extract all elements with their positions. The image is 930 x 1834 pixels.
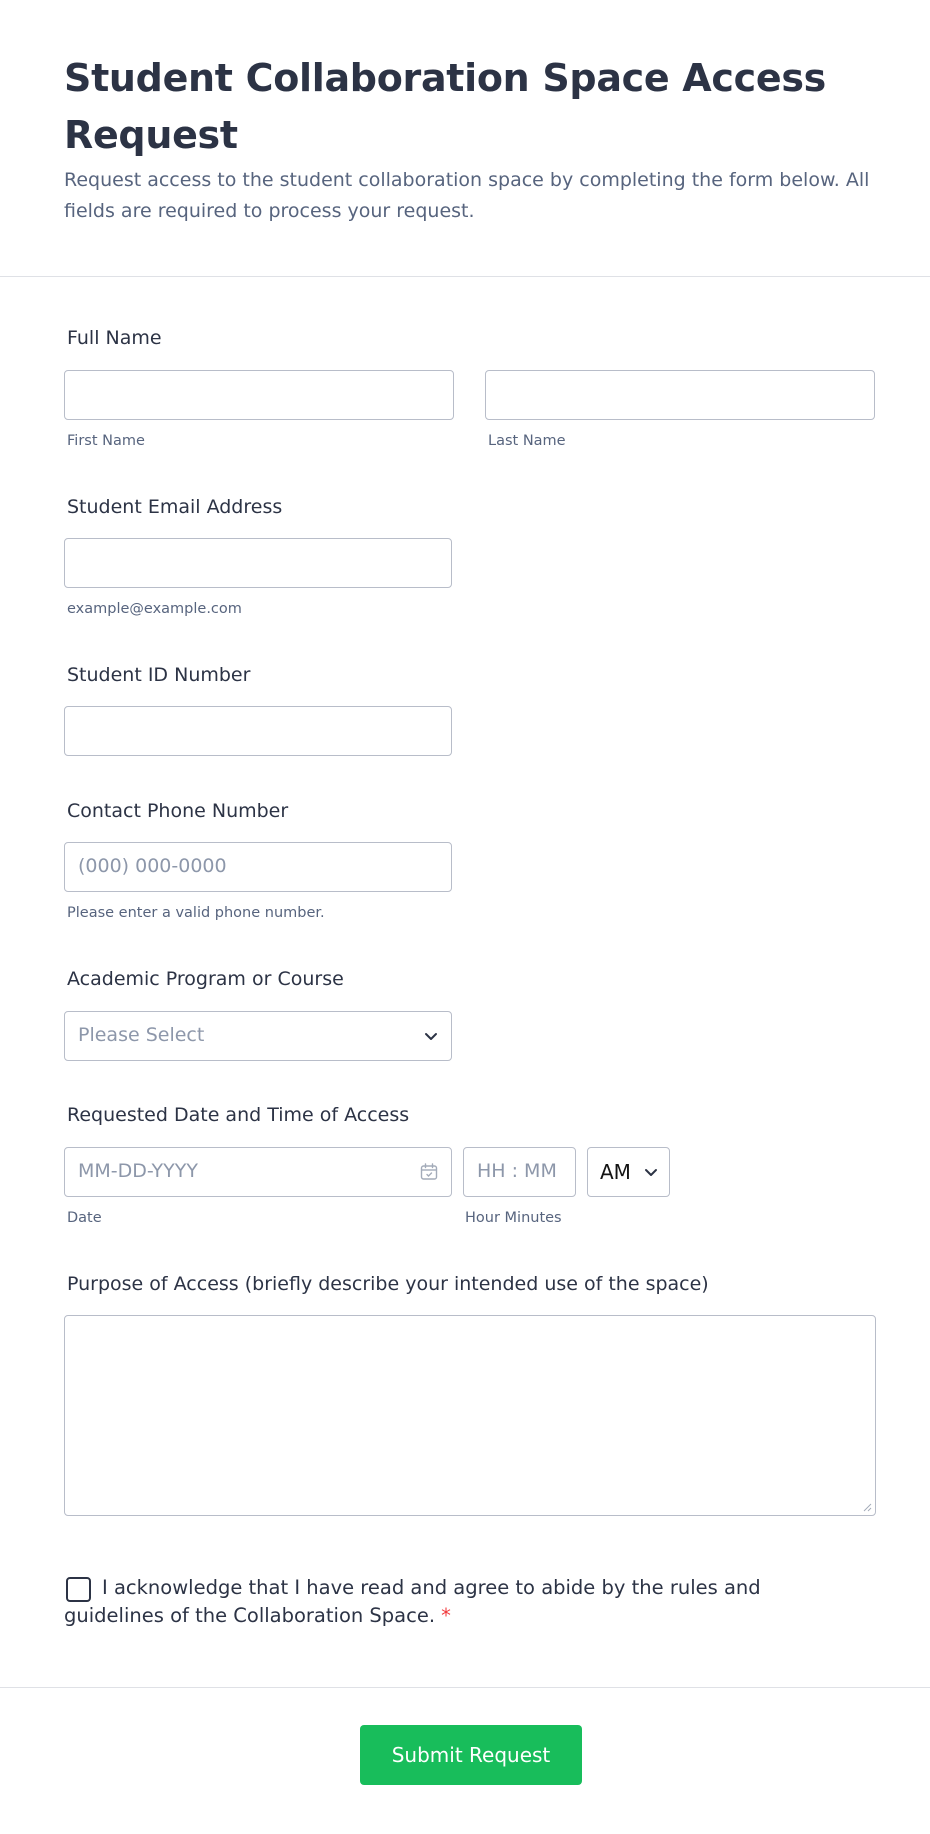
program-label: Academic Program or Course [67, 968, 344, 990]
time-placeholder: HH : MM [477, 1160, 557, 1182]
phone-placeholder: (000) 000-0000 [78, 855, 227, 877]
form-title: Student Collaboration Space Access Reque… [64, 56, 826, 157]
date-placeholder: MM-DD-YYYY [78, 1160, 198, 1182]
resize-handle-icon[interactable] [862, 1502, 872, 1512]
purpose-label: Purpose of Access (briefly describe your… [67, 1273, 709, 1295]
chevron-down-icon [645, 1169, 657, 1176]
program-selected-value: Please Select [78, 1024, 205, 1046]
acknowledge-label: I acknowledge that I have read and agree… [64, 1574, 784, 1630]
phone-sublabel: Please enter a valid phone number. [67, 905, 325, 921]
submit-button[interactable]: Submit Request [360, 1725, 582, 1785]
program-select[interactable]: Please Select [64, 1011, 452, 1061]
footer-divider [0, 1687, 930, 1688]
first-name-sublabel: First Name [67, 433, 145, 449]
student-id-input[interactable] [64, 706, 452, 756]
datetime-label: Requested Date and Time of Access [67, 1104, 410, 1126]
phone-label: Contact Phone Number [67, 800, 289, 822]
calendar-icon[interactable] [419, 1162, 439, 1182]
email-input[interactable] [64, 538, 452, 588]
acknowledge-text: I acknowledge that I have read and agree… [64, 1576, 761, 1627]
time-input[interactable]: HH : MM [463, 1147, 576, 1197]
form-header: Student Collaboration Space Access Reque… [0, 0, 930, 277]
chevron-down-icon [425, 1033, 437, 1040]
phone-input[interactable]: (000) 000-0000 [64, 842, 452, 892]
first-name-input[interactable] [64, 370, 454, 420]
last-name-input[interactable] [485, 370, 875, 420]
student-id-label: Student ID Number [67, 664, 251, 686]
date-sublabel: Date [67, 1210, 102, 1226]
required-mark: * [441, 1604, 451, 1627]
ampm-value: AM [600, 1160, 631, 1184]
date-input[interactable]: MM-DD-YYYY [64, 1147, 452, 1197]
purpose-textarea[interactable] [64, 1315, 876, 1516]
email-label: Student Email Address [67, 496, 283, 518]
time-sublabel: Hour Minutes [465, 1210, 562, 1226]
last-name-sublabel: Last Name [488, 433, 566, 449]
form-subtitle: Request access to the student collaborat… [64, 169, 870, 222]
email-sublabel: example@example.com [67, 601, 242, 617]
full-name-label: Full Name [67, 327, 162, 349]
ampm-select[interactable]: AM [587, 1147, 670, 1197]
